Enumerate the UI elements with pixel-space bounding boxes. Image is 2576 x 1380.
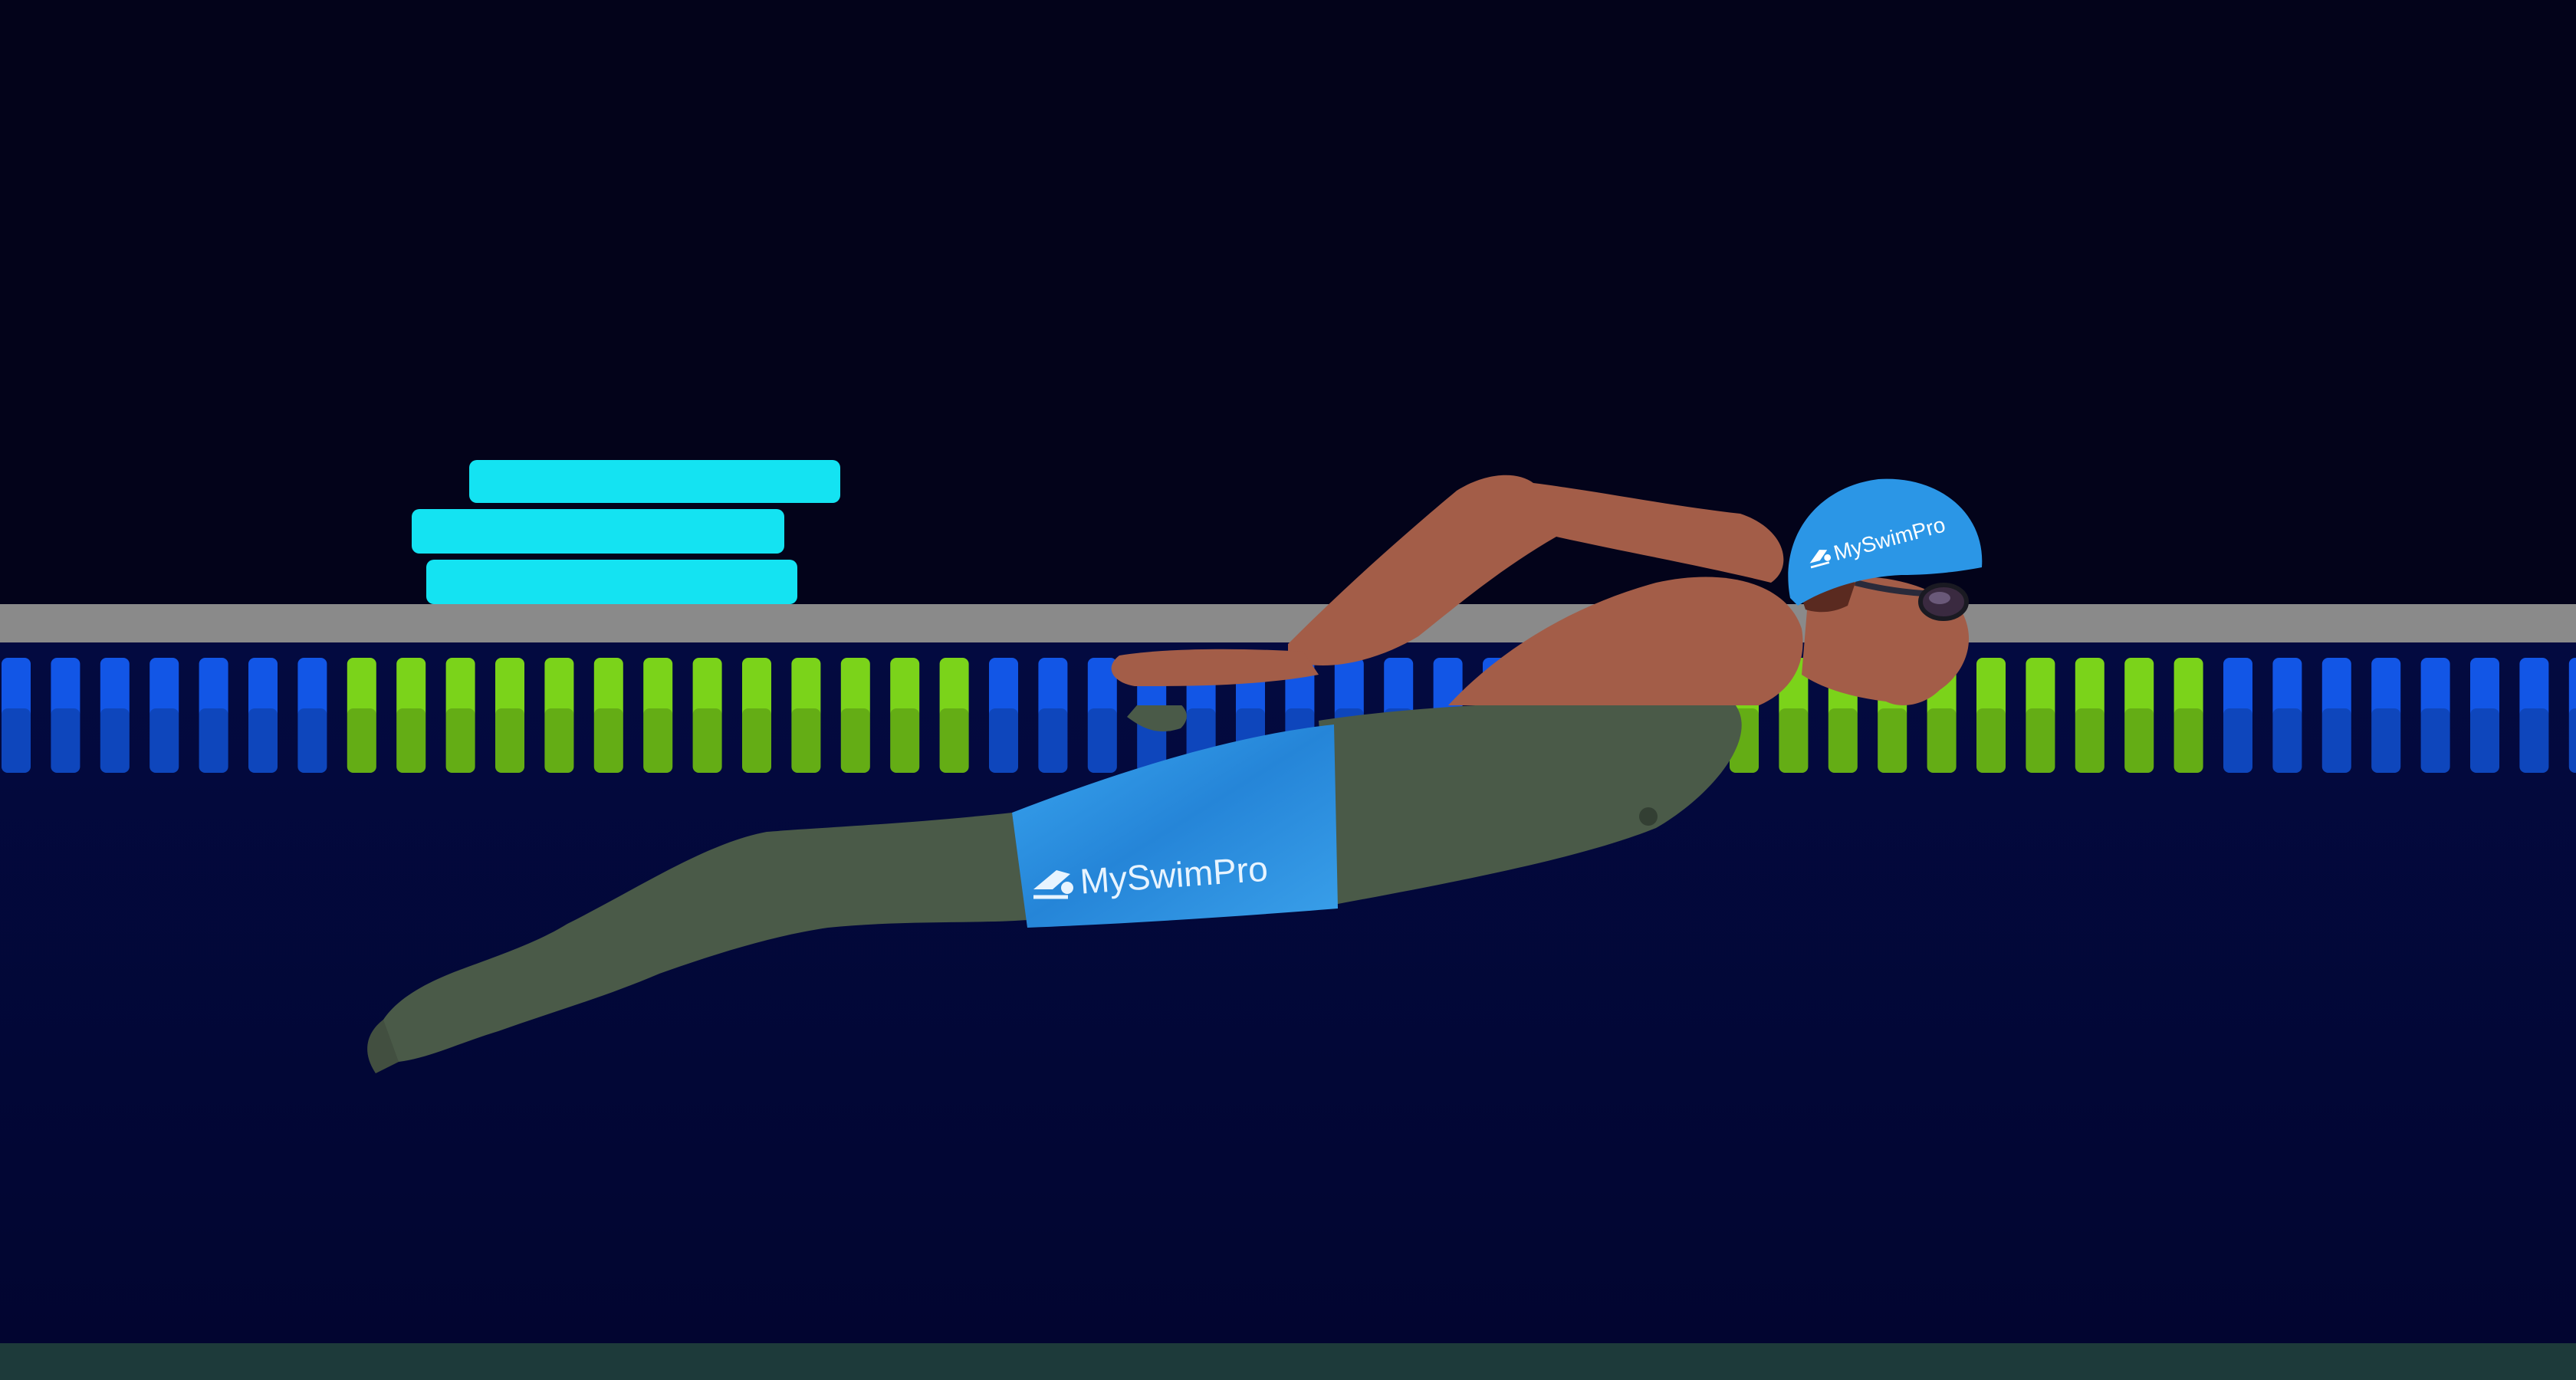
lane-float-shade [347,708,376,773]
lane-float-shade [2519,708,2549,773]
lane-float-shade [1779,708,1809,773]
lane-float-shade [2124,708,2154,773]
lane-float-shade [890,708,920,773]
lane-float-shade [643,708,673,773]
kickboard-bottom [426,560,797,604]
lane-float-shade [199,708,228,773]
lane-float-shade [1976,708,2006,773]
lane-float-shade [1878,708,1907,773]
lane-float-shade [989,708,1018,773]
kickboard-top [469,460,840,503]
lane-float-shade [297,708,327,773]
lane-float-shade [544,708,574,773]
lane-float-shade [2321,708,2351,773]
pool-deck-edge [0,604,2576,642]
lane-float-shade [248,708,278,773]
lane-float-shade [791,708,821,773]
lane-float-shade [742,708,771,773]
lane-float-shade [593,708,623,773]
lane-float-shade [2223,708,2252,773]
lane-float-shade [2272,708,2302,773]
lane-float-shade [51,708,80,773]
lane-float-shade [1828,708,1858,773]
lane-float-shade [2420,708,2450,773]
lane-float-shade [445,708,475,773]
lane-float-shade [2,708,31,773]
lane-float-shade [2371,708,2401,773]
lane-float-shade [840,708,870,773]
lane-float-shade [692,708,722,773]
lane-float-shade [2568,708,2576,773]
scene-canvas: MySwimPro MySwimPro [0,0,2576,1380]
pool-floor [0,1343,2576,1380]
lane-float-shade [939,708,969,773]
lane-float-shade [150,708,179,773]
kickboard-stack [412,460,840,604]
lane-float-shade [2026,708,2055,773]
swim-animation-scene: MySwimPro MySwimPro [0,0,2576,1380]
lane-float-shade [2470,708,2499,773]
lane-float-shade [2174,708,2203,773]
lane-float-shade [396,708,426,773]
night-background [0,0,2576,606]
lane-float-shade [2075,708,2104,773]
lane-float-shade [1038,708,1068,773]
lane-float-shade [1087,708,1117,773]
lane-float-shade [495,708,524,773]
lane-float-shade [100,708,130,773]
lane-float-shade [1927,708,1957,773]
kickboard-middle [412,509,784,554]
